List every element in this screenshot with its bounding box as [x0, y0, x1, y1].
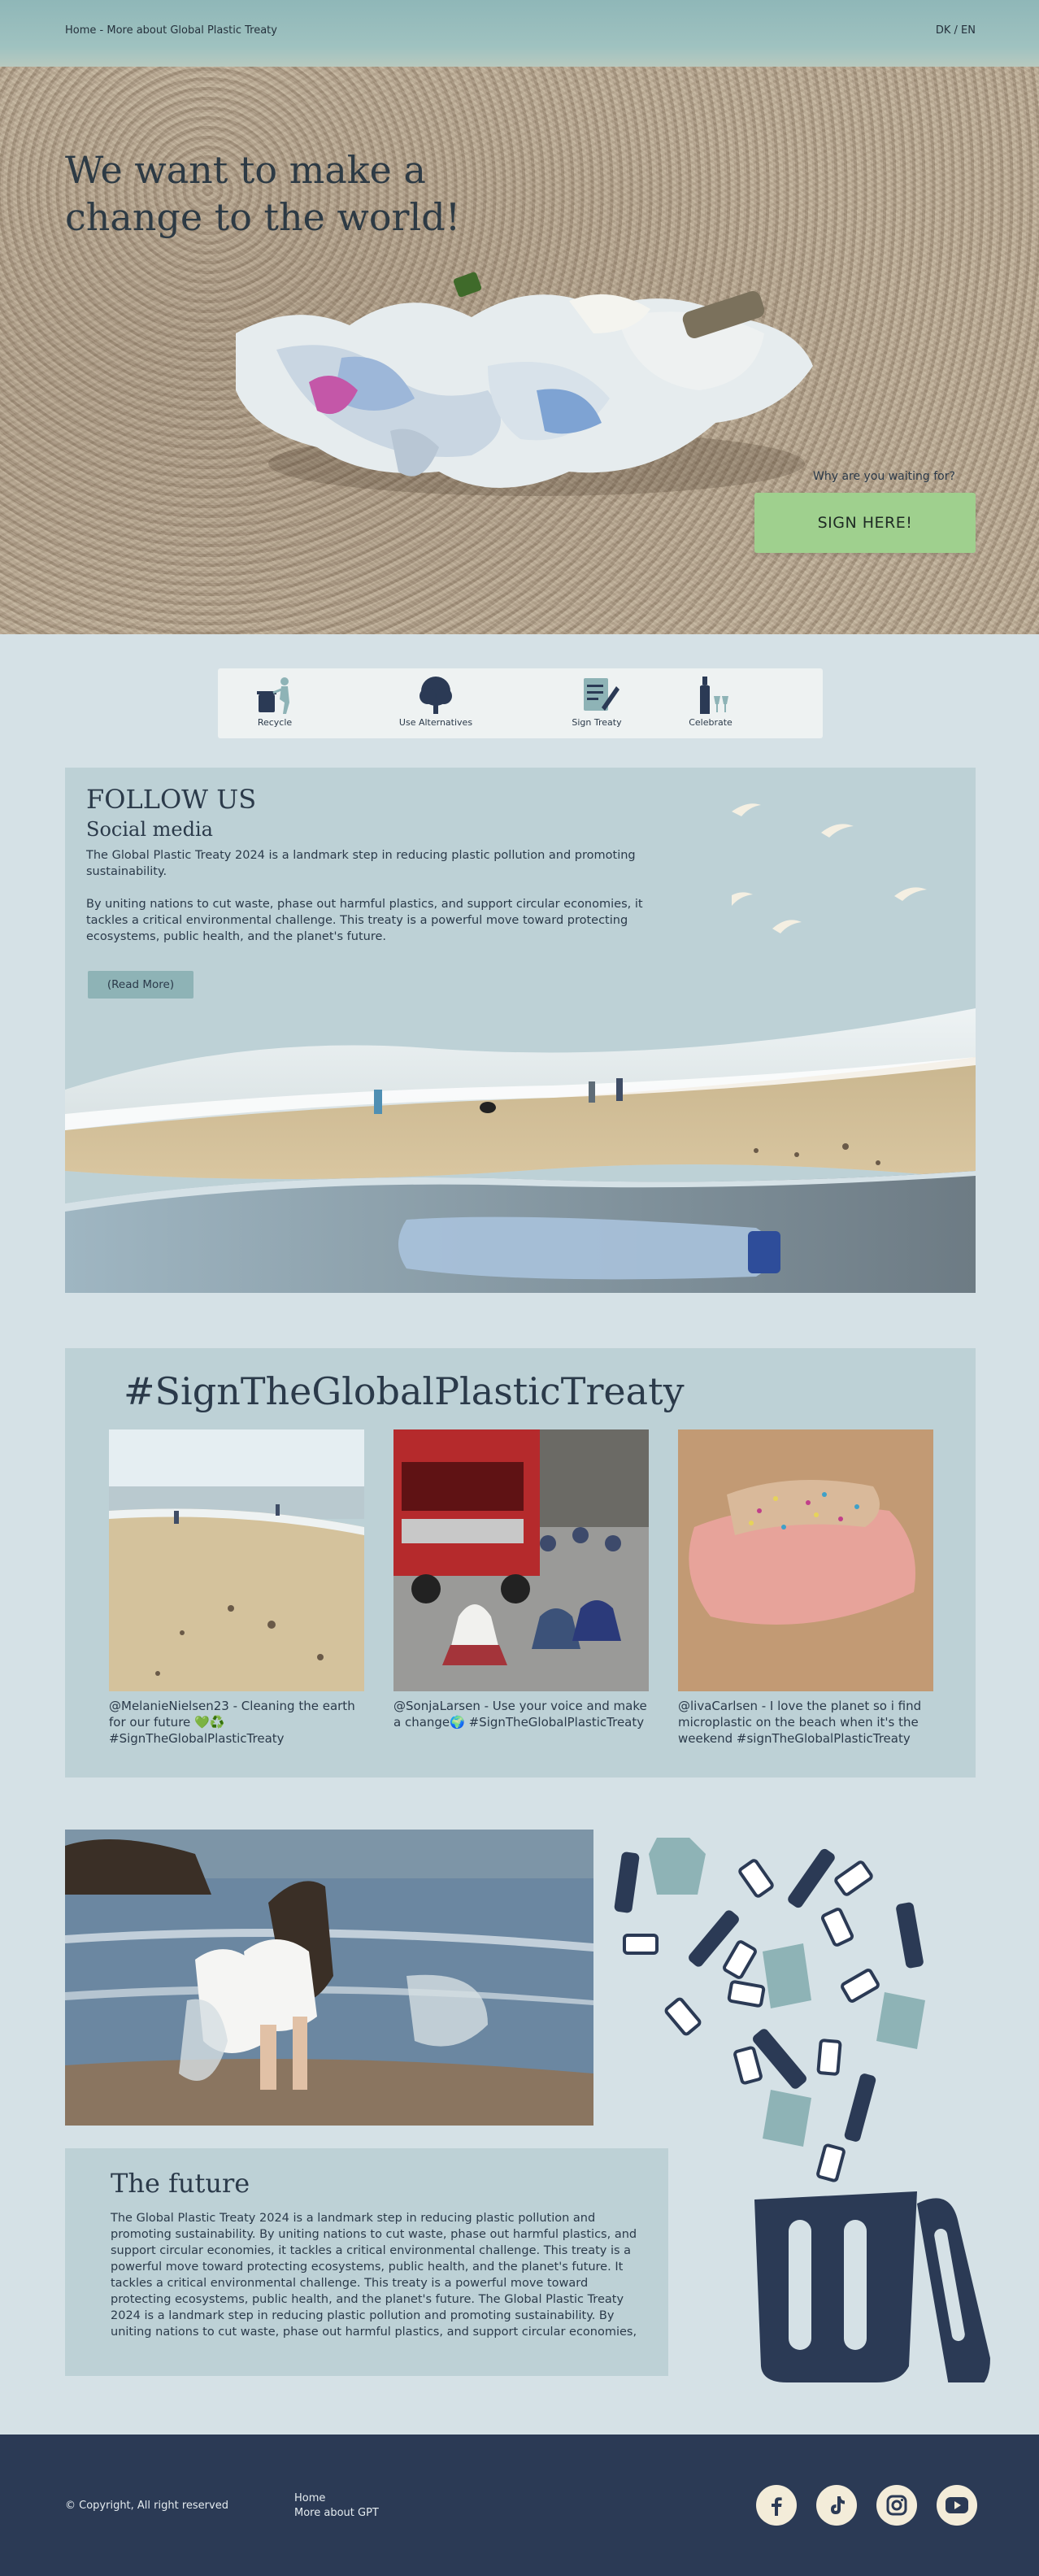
breadcrumb[interactable]: Home - More about Global Plastic Treaty [65, 24, 277, 37]
future-section: The future The Global Plastic Treaty 202… [65, 2148, 668, 2376]
follow-us-section: FOLLOW US Social media The Global Plasti… [65, 768, 976, 1293]
document-pen-icon [584, 678, 619, 711]
step-sign-treaty[interactable]: Sign Treaty [540, 675, 654, 728]
hashtag-title: #SignTheGlobalPlasticTreaty [124, 1369, 685, 1413]
step-use-alternatives[interactable]: Use Alternatives [379, 675, 493, 728]
step-label: Sign Treaty [572, 717, 622, 728]
bottle-glasses-icon [700, 677, 728, 714]
youtube-icon[interactable] [937, 2485, 977, 2526]
footer-links: Home More about GPT [294, 2491, 379, 2521]
step-label: Recycle [257, 717, 293, 728]
steps-bar: Recycle Use Alternatives Sign Treaty Cel… [218, 668, 823, 738]
sign-here-button[interactable]: SIGN HERE! [754, 493, 976, 553]
instagram-icon[interactable] [876, 2485, 917, 2526]
tree-icon [420, 677, 452, 714]
trash-bin-illustration [614, 1838, 990, 2382]
hashtag-section: #SignTheGlobalPlasticTreaty @MelanieNiel… [65, 1348, 976, 1778]
social-post-card[interactable]: @SonjaLarsen - Use your voice and make a… [393, 1429, 649, 1730]
plastic-waste-image [236, 272, 813, 496]
read-more-button[interactable]: (Read More) [88, 971, 193, 999]
follow-subtitle: Social media [86, 818, 213, 841]
seagulls-illustration [732, 803, 927, 933]
facebook-icon[interactable] [756, 2485, 797, 2526]
social-post-card[interactable]: @livaCarlsen - I love the planet so i fi… [678, 1429, 933, 1747]
follow-paragraph-1: The Global Plastic Treaty 2024 is a land… [86, 849, 636, 878]
copyright: © Copyright, All right reserved [65, 2500, 228, 2512]
beach-cleanup-photo [65, 1830, 593, 2126]
step-recycle[interactable]: Recycle [218, 675, 332, 728]
follow-title: FOLLOW US [86, 784, 257, 815]
step-label: Celebrate [689, 717, 733, 728]
footer: © Copyright, All right reserved Home Mor… [0, 2435, 1039, 2576]
recycle-person-icon [257, 677, 289, 714]
post-image-beach [109, 1429, 364, 1691]
tiktok-icon[interactable] [816, 2485, 857, 2526]
hero-title: We want to make a change to the world! [65, 148, 461, 239]
post-caption: @MelanieNielsen23 - Cleaning the earth f… [109, 1699, 355, 1746]
beach-photo-wave [65, 1008, 976, 1293]
future-text: The Global Plastic Treaty 2024 is a land… [111, 2212, 637, 2339]
social-post-card[interactable]: @MelanieNielsen23 - Cleaning the earth f… [109, 1429, 364, 1747]
post-caption: @livaCarlsen - I love the planet so i fi… [678, 1699, 922, 1746]
step-label: Use Alternatives [398, 717, 473, 728]
post-caption: @SonjaLarsen - Use your voice and make a… [393, 1699, 647, 1730]
follow-paragraph-2: By uniting nations to cut waste, phase o… [86, 898, 643, 943]
future-title: The future [111, 2168, 250, 2199]
footer-link-home[interactable]: Home [294, 2491, 379, 2506]
step-celebrate[interactable]: Celebrate [654, 675, 767, 728]
footer-link-more-about-gpt[interactable]: More about GPT [294, 2506, 379, 2521]
post-image-microplastic [678, 1429, 933, 1691]
post-image-protest [393, 1429, 649, 1691]
hero-prompt: Why are you waiting for? [813, 470, 955, 483]
language-switch[interactable]: DK / EN [936, 24, 976, 37]
hero-section: Home - More about Global Plastic Treaty … [0, 0, 1039, 634]
